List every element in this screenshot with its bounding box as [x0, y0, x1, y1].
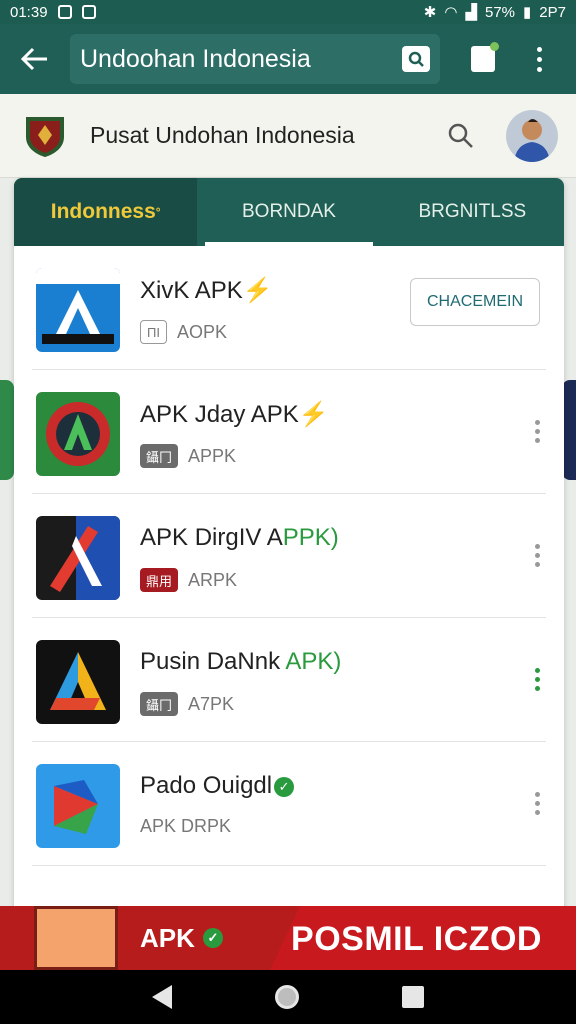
signal-icon: ▟ [465, 4, 477, 21]
wifi-icon: ◠ [444, 4, 458, 21]
more-vert-icon [536, 46, 542, 72]
banner-headline: POSMIL ICZOD [291, 920, 542, 958]
app-name: APK Jday APK⚡ [140, 401, 329, 428]
list-item[interactable]: XivK APK⚡ ΠI AOPK CHACEMEIN [32, 246, 546, 370]
nav-home-icon[interactable] [274, 985, 299, 1009]
system-nav-bar [0, 970, 576, 1024]
more-vert-icon[interactable] [535, 420, 540, 443]
search-input[interactable] [80, 44, 402, 74]
app-list-card: Indonness ° BORNDAK BRGNITLSS XivK APK⚡ Π… [14, 178, 564, 938]
app-category: APPK [188, 445, 237, 466]
list-item[interactable]: Pusin DaNnk APK) 鑷冂 A7PK [32, 618, 546, 742]
app-name: Pado Ouigdl ✓ [140, 772, 295, 800]
more-vert-icon[interactable] [535, 792, 540, 815]
app-name: XivK APK⚡ [140, 277, 273, 304]
app-icon [36, 516, 120, 600]
header-search-icon[interactable] [446, 121, 476, 151]
background-card-peek [562, 380, 576, 480]
more-vert-icon[interactable] [535, 544, 540, 567]
back-arrow-icon[interactable] [0, 24, 70, 94]
nav-back-icon[interactable] [151, 985, 172, 1009]
install-button[interactable]: CHACEMEIN [410, 278, 540, 326]
tab-brgnitlss[interactable]: BRGNITLSS [381, 178, 564, 246]
more-vert-icon[interactable] [535, 668, 540, 691]
background-card-peek [0, 380, 14, 480]
app-meta: 鑷冂 A7PK [140, 692, 234, 716]
store-header: Pusat Undohan Indonesia [0, 94, 576, 178]
tab-borndak[interactable]: BORNDAK [197, 178, 380, 246]
category-badge: 鼎用 [140, 568, 179, 592]
avatar[interactable] [506, 109, 558, 162]
app-meta: 鑷冂 APPK [140, 444, 236, 468]
sparkle-icon: ⚡ [242, 277, 273, 304]
status-right-time: 2P7 [539, 3, 566, 21]
app-meta: APK DRPK [140, 816, 231, 837]
app-icon [36, 392, 120, 476]
app-icon [36, 268, 120, 352]
app-category: AOPK [177, 321, 228, 342]
app-category: A7PK [188, 693, 235, 714]
search-icon[interactable] [402, 46, 430, 72]
category-badge: 鑷冂 [140, 444, 179, 468]
more-options-button[interactable] [514, 24, 564, 94]
status-time: 01:39 [10, 3, 48, 21]
app-meta: ΠI AOPK [140, 320, 227, 344]
verified-icon: ✓ [274, 776, 295, 797]
store-logo [22, 113, 68, 159]
tab-indonness[interactable]: Indonness ° [14, 178, 198, 246]
verified-icon: ✓ [202, 928, 223, 948]
list-item[interactable]: APK DirgIV APPK) 鼎用 ARPK [32, 494, 546, 618]
battery-icon: ▮ [523, 4, 532, 21]
app-bar [0, 24, 576, 94]
app-icon [36, 764, 120, 848]
bluetooth-icon: ✱ [423, 4, 437, 21]
list-item[interactable]: Pado Ouigdl ✓ APK DRPK [32, 742, 546, 866]
app-name: APK DirgIV APPK) [140, 524, 339, 551]
app-notification-icon [81, 5, 96, 19]
nav-recents-icon[interactable] [402, 986, 425, 1008]
page-title: Pusat Undohan Indonesia [90, 122, 355, 148]
tab-bar: Indonness ° BORNDAK BRGNITLSS [14, 178, 564, 246]
promo-banner[interactable]: APK ✓ POSMIL ICZOD [0, 906, 576, 970]
banner-thumbnail [34, 906, 118, 970]
clipboard-button[interactable] [458, 24, 508, 94]
search-field[interactable] [70, 34, 440, 84]
sparkle-icon: ⚡ [298, 401, 329, 428]
list-item[interactable]: APK Jday APK⚡ 鑷冂 APPK [32, 370, 546, 494]
battery-percent: 57% [485, 3, 516, 21]
banner-left-text: APK ✓ [140, 923, 223, 954]
app-name: Pusin DaNnk APK) [140, 648, 342, 675]
app-category: ARPK [188, 569, 238, 590]
app-category: APK DRPK [140, 816, 232, 836]
clipboard-icon [471, 42, 499, 72]
status-bar: 01:39 ✱ ◠ ▟ 57% ▮ 2P7 [0, 0, 576, 24]
image-notification-icon [57, 5, 72, 19]
app-meta: 鼎用 ARPK [140, 568, 237, 592]
category-badge: ΠI [140, 320, 167, 344]
app-icon [36, 640, 120, 724]
category-badge: 鑷冂 [140, 692, 179, 716]
